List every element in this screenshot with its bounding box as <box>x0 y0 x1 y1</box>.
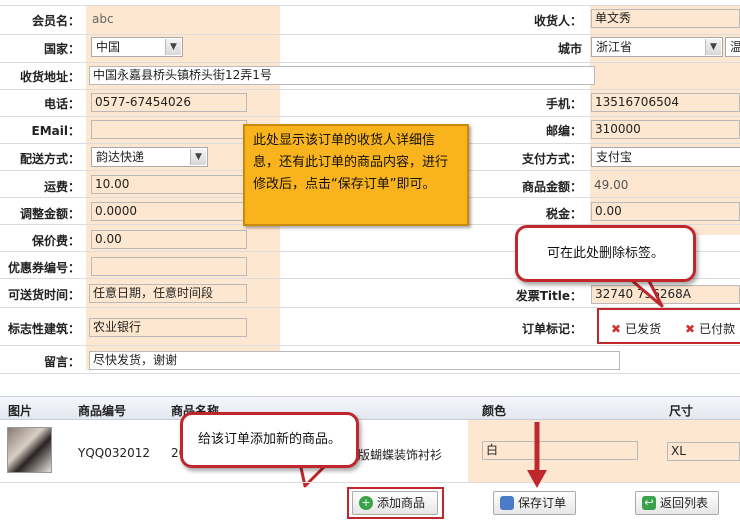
arrow-down-icon <box>527 422 547 488</box>
color-input[interactable]: 白 <box>482 441 638 460</box>
product-name-end: 版蝴蝶装饰衬衫 <box>358 448 443 462</box>
back-icon: ↩ <box>642 496 656 510</box>
size-input[interactable]: XL <box>667 442 740 461</box>
delete-tag-callout: 可在此处删除标签。 <box>515 225 696 282</box>
save-icon <box>500 496 514 510</box>
th-color: 颜色 <box>482 404 507 418</box>
back-list-button[interactable]: ↩ 返回列表 <box>635 491 719 515</box>
th-size: 尺寸 <box>669 404 694 418</box>
add-goods-button[interactable]: + 添加商品 <box>352 491 438 515</box>
add-goods-callout: 给该订单添加新的商品。 <box>180 412 359 468</box>
save-order-button[interactable]: 保存订单 <box>493 491 576 515</box>
plus-icon: + <box>359 496 373 510</box>
th-code: 商品编号 <box>78 404 127 418</box>
product-code: YQQ032012 <box>78 446 151 460</box>
product-thumbnail[interactable] <box>7 427 52 473</box>
th-image: 图片 <box>8 404 33 418</box>
